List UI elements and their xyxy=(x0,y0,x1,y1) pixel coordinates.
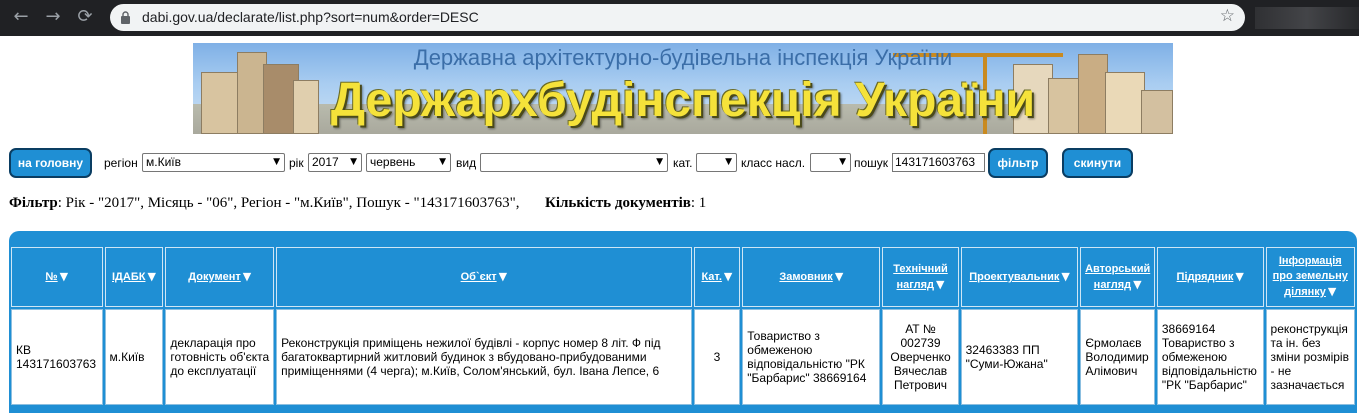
column-header-document[interactable]: Документ ▼ xyxy=(165,247,275,307)
address-bar[interactable]: dabi.gov.ua/declarate/list.php?sort=num&… xyxy=(110,4,1245,31)
table-header-row: № ▼ ІДАБК ▼ Документ ▼ Об`єкт ▼ Кат. ▼ Замовн… xyxy=(11,247,1355,307)
reload-icon[interactable]: ⟳ xyxy=(74,6,96,28)
declarations-table: № ▼ ІДАБК ▼ Документ ▼ Об`єкт ▼ Кат. ▼ Замовн… xyxy=(9,245,1357,407)
browser-toolbar: ← → ⟳ dabi.gov.ua/declarate/list.php?sor… xyxy=(0,0,1359,36)
chevron-down-icon: ▼ xyxy=(439,157,446,167)
document-count-label: Кількість документів xyxy=(544,195,691,211)
year-select[interactable]: 2017 ▼ xyxy=(308,153,362,172)
filter-button[interactable]: фільтр xyxy=(988,148,1048,178)
sort-arrow-icon: ▼ xyxy=(1327,285,1337,298)
sort-arrow-icon: ▼ xyxy=(242,270,252,283)
column-header-idabk[interactable]: ІДАБК ▼ xyxy=(104,247,164,307)
search-input[interactable]: 143171603763 xyxy=(892,153,985,172)
region-select[interactable]: м.Київ ▼ xyxy=(142,153,285,172)
cell-customer: Товариство з обмеженою відповідальністю … xyxy=(742,309,881,405)
sort-arrow-icon: ▼ xyxy=(1061,270,1070,283)
chevron-down-icon: ▼ xyxy=(656,157,663,167)
cell-land-info: реконструкція та ін. без зміни розмірів … xyxy=(1265,309,1355,405)
extensions-area xyxy=(1255,7,1359,29)
sort-arrow-icon: ▼ xyxy=(498,270,508,283)
cell-document: декларація про готовність об'єкта до екс… xyxy=(165,309,275,405)
filter-summary: Фільтр: Рік - "2017", Місяць - "06", Рег… xyxy=(9,195,706,212)
column-header-author-supervision[interactable]: Авторський нагляд ▼ xyxy=(1080,247,1155,307)
declarations-table-container: № ▼ ІДАБК ▼ Документ ▼ Об`єкт ▼ Кат. ▼ Замовн… xyxy=(9,231,1357,413)
column-header-num[interactable]: № ▼ xyxy=(11,247,103,307)
column-header-object[interactable]: Об`єкт ▼ xyxy=(276,247,692,307)
sort-arrow-icon: ▼ xyxy=(936,277,945,291)
cell-designer: 32463383 ПП "Суми-Южана" xyxy=(960,309,1079,405)
back-icon[interactable]: ← xyxy=(10,6,32,28)
column-header-tech-supervision[interactable]: Технічний нагляд ▼ xyxy=(882,247,959,307)
bookmark-star-icon[interactable]: ☆ xyxy=(1220,6,1235,26)
banner-subtitle: Державна архітектурно-будівельна інспекц… xyxy=(413,45,953,70)
cell-num: КВ 143171603763 xyxy=(11,309,103,405)
chevron-down-icon: ▼ xyxy=(273,157,280,167)
chevron-down-icon: ▼ xyxy=(725,157,732,167)
column-header-contractor[interactable]: Підрядник ▼ xyxy=(1156,247,1264,307)
cell-tech-supervision: АТ № 002739 Оверченко Вячеслав Петрович xyxy=(882,309,959,405)
year-label: рік xyxy=(289,156,304,170)
sort-arrow-icon: ▼ xyxy=(1235,270,1244,283)
cell-object: Реконструкція приміщень нежилої будівлі … xyxy=(276,309,692,405)
cell-contractor: 38669164 Товариство з обмеженою відповід… xyxy=(1156,309,1264,405)
sort-arrow-icon: ▼ xyxy=(834,270,844,283)
lock-icon xyxy=(121,11,130,24)
sort-arrow-icon: ▼ xyxy=(147,270,156,283)
filter-summary-text: : Рік - "2017", Місяць - "06", Регіон - … xyxy=(57,195,520,211)
document-count-value: : 1 xyxy=(690,195,707,211)
class-label: класс насл. xyxy=(741,156,806,170)
cell-author-supervision: Єрмолаєв Володимир Алімович xyxy=(1080,309,1155,405)
cell-category: 3 xyxy=(693,309,741,405)
column-header-category[interactable]: Кат. ▼ xyxy=(693,247,741,307)
search-label: пошук xyxy=(854,156,889,170)
kind-label: вид xyxy=(456,156,477,170)
column-header-customer[interactable]: Замовник ▼ xyxy=(742,247,881,307)
sort-arrow-icon: ▼ xyxy=(1133,277,1142,291)
cell-idabk: м.Київ xyxy=(104,309,164,405)
home-button[interactable]: на головну xyxy=(9,148,92,178)
chevron-down-icon: ▼ xyxy=(350,157,357,167)
filter-summary-label: Фільтр xyxy=(9,195,58,211)
kind-select[interactable]: ▼ xyxy=(480,153,668,172)
reset-button[interactable]: скинути xyxy=(1062,148,1133,178)
sort-arrow-icon: ▼ xyxy=(59,270,69,283)
category-select[interactable]: ▼ xyxy=(696,153,737,172)
table-row: КВ 143171603763 м.Київ декларація про го… xyxy=(11,309,1355,405)
forward-icon[interactable]: → xyxy=(42,6,64,28)
site-banner: Державна архітектурно-будівельна інспекц… xyxy=(193,43,1173,134)
sort-arrow-icon: ▼ xyxy=(723,270,733,283)
class-select[interactable]: ▼ xyxy=(810,153,851,172)
chevron-down-icon: ▼ xyxy=(839,157,846,167)
month-select[interactable]: червень ▼ xyxy=(366,153,451,172)
column-header-designer[interactable]: Проектувальник ▼ xyxy=(960,247,1079,307)
banner-title: Держархбудінспекція України xyxy=(330,74,1036,127)
region-label: регіон xyxy=(104,156,138,170)
category-label: кат. xyxy=(673,156,693,170)
column-header-land-info[interactable]: Інформація про земельну ділянку ▼ xyxy=(1265,247,1355,307)
url-text: dabi.gov.ua/declarate/list.php?sort=num&… xyxy=(142,9,479,25)
